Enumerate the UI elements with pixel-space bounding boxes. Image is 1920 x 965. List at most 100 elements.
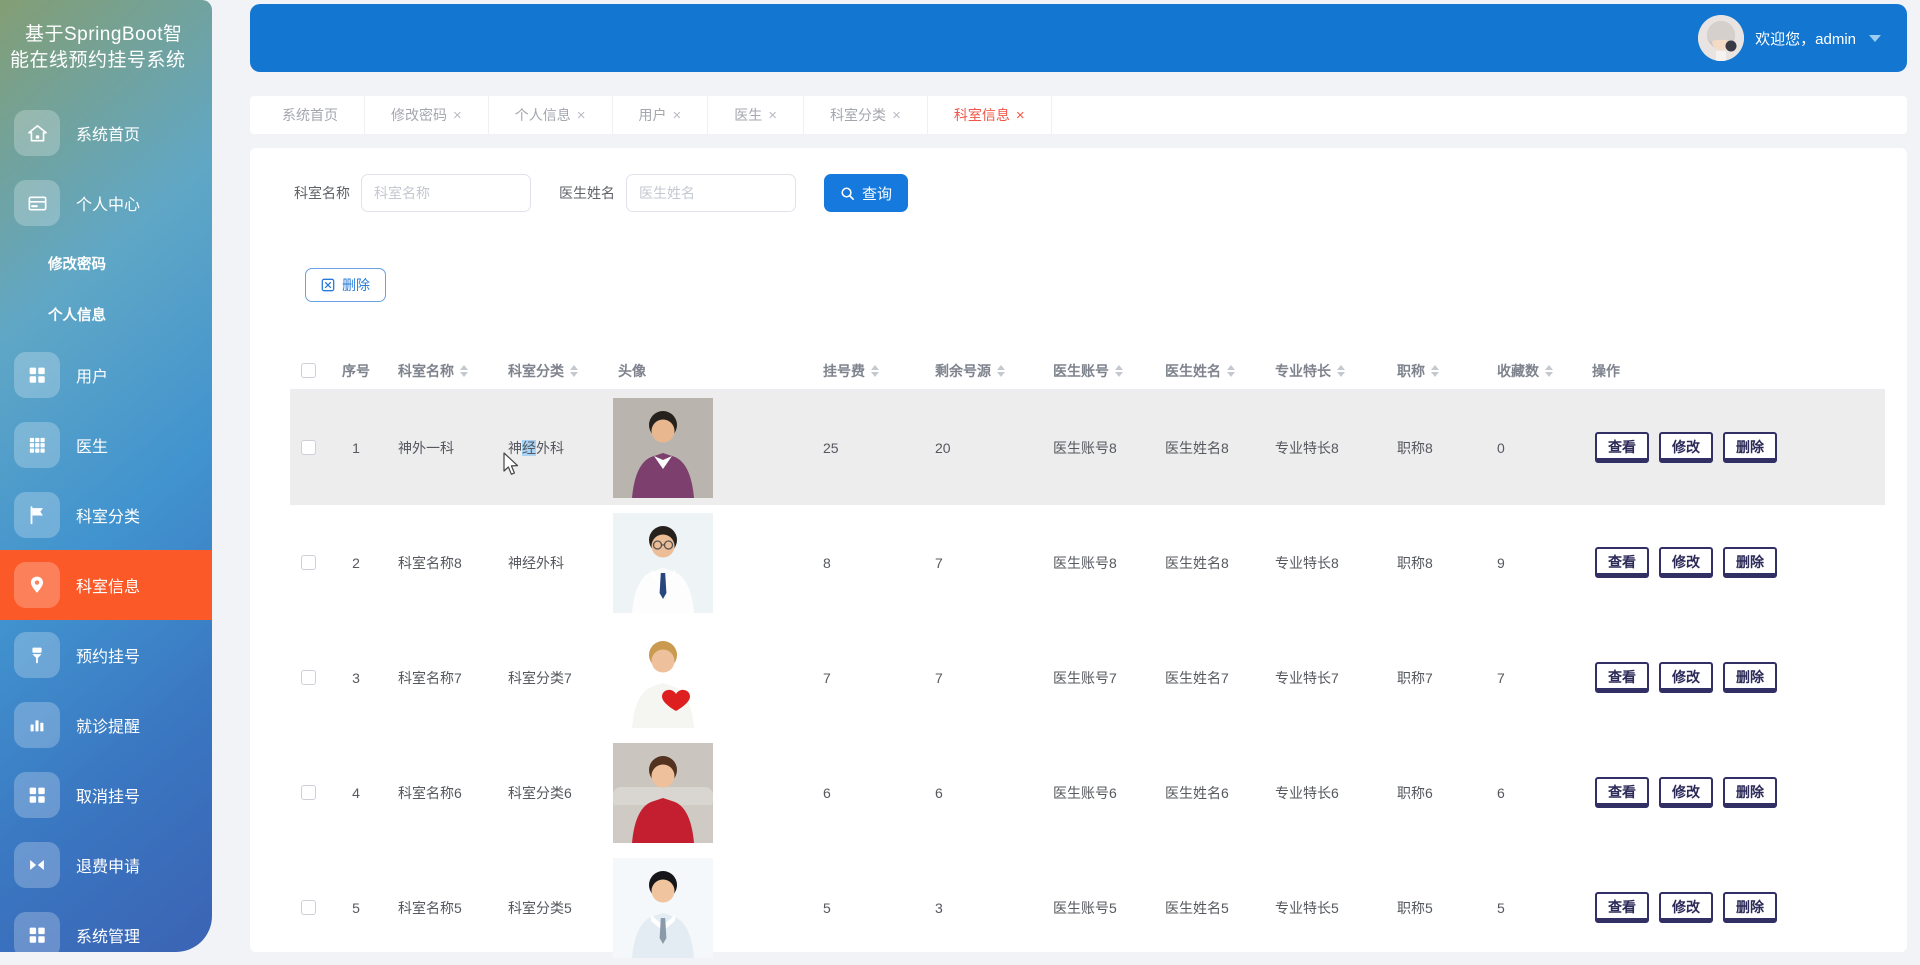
edit-button[interactable]: 修改 [1659,777,1713,808]
column-header-label: 医生姓名 [1165,361,1221,381]
column-header-label: 科室名称 [398,361,454,381]
sidebar-item-5[interactable]: 医生 [0,410,212,480]
sort-icon[interactable] [570,365,578,377]
edit-button[interactable]: 修改 [1659,547,1713,578]
view-button[interactable]: 查看 [1595,547,1649,578]
view-button[interactable]: 查看 [1595,432,1649,463]
tab-5[interactable]: 科室分类× [804,96,928,134]
sort-icon[interactable] [1431,365,1439,377]
sidebar-item-1[interactable]: 个人中心 [0,168,212,238]
sidebar-item-6[interactable]: 科室分类 [0,480,212,550]
column-header-label: 操作 [1592,361,1620,381]
sidebar-subitem-label: 修改密码 [48,253,106,274]
sidebar-item-11[interactable]: 退费申请 [0,830,212,900]
departments-table: 序号科室名称科室分类头像挂号费剩余号源医生账号医生姓名专业特长职称收藏数操作 1… [290,352,1885,965]
cell-account: 医生账号8 [1041,438,1153,458]
row-checkbox[interactable] [301,555,316,570]
delete-row-button[interactable]: 删除 [1723,892,1777,923]
close-icon[interactable]: × [1016,108,1025,123]
sidebar-subitem-2[interactable]: 修改密码 [0,238,212,289]
view-button[interactable]: 查看 [1595,662,1649,693]
sidebar-item-9[interactable]: 就诊提醒 [0,690,212,760]
tab-6[interactable]: 科室信息× [928,96,1052,134]
doctor-name-input[interactable] [626,174,796,212]
sort-icon[interactable] [1337,365,1345,377]
tab-2[interactable]: 个人信息 × [489,96,613,134]
column-header-title[interactable]: 职称 [1385,361,1485,381]
column-header-remaining[interactable]: 剩余号源 [923,361,1041,381]
sidebar-item-8[interactable]: 预约挂号 [0,620,212,690]
tab-3[interactable]: 用户× [613,96,709,134]
sort-icon[interactable] [1115,365,1123,377]
cell-specialty: 专业特长8 [1263,438,1385,458]
cell-specialty: 专业特长8 [1263,553,1385,573]
row-checkbox[interactable] [301,670,316,685]
dept-name-label: 科室名称 [294,183,350,203]
sidebar-item-12[interactable]: 系统管理 [0,900,212,952]
select-all-checkbox[interactable] [301,363,316,378]
row-checkbox[interactable] [301,900,316,915]
view-button[interactable]: 查看 [1595,892,1649,923]
column-header-specialty[interactable]: 专业特长 [1263,361,1385,381]
delete-button[interactable]: 删除 [305,268,386,302]
sidebar-item-4[interactable]: 用户 [0,340,212,410]
view-button[interactable]: 查看 [1595,777,1649,808]
delete-row-button[interactable]: 删除 [1723,432,1777,463]
cell-actions: 查看修改删除 [1580,432,1885,463]
cell-checkbox [290,900,326,915]
column-header-doctor_name[interactable]: 医生姓名 [1153,361,1263,381]
delete-row-button[interactable]: 删除 [1723,662,1777,693]
sort-icon[interactable] [871,365,879,377]
cell-index: 1 [326,440,386,456]
column-header-account[interactable]: 医生账号 [1041,361,1153,381]
sidebar-item-0[interactable]: 系统首页 [0,98,212,168]
sort-icon[interactable] [997,365,1005,377]
row-checkbox[interactable] [301,785,316,800]
cell-checkbox [290,555,326,570]
sidebar-item-label: 取消挂号 [76,783,140,807]
edit-button[interactable]: 修改 [1659,432,1713,463]
sort-icon[interactable] [460,365,468,377]
close-icon[interactable]: × [577,108,586,123]
delete-row-button[interactable]: 删除 [1723,547,1777,578]
tab-0[interactable]: 系统首页 [256,96,365,134]
column-header-label: 序号 [342,361,370,381]
cell-title: 职称8 [1385,553,1485,573]
column-header-favorites[interactable]: 收藏数 [1485,361,1580,381]
close-icon[interactable]: × [768,108,777,123]
sort-icon[interactable] [1227,365,1235,377]
query-button[interactable]: 查询 [824,174,908,212]
close-icon[interactable]: × [673,108,682,123]
tab-label: 医生 [734,105,762,125]
doctor-name-label: 医生姓名 [559,183,615,203]
sidebar-item-7[interactable]: 科室信息 [0,550,212,620]
tab-1[interactable]: 修改密码× [365,96,489,134]
doctor-photo [606,743,811,843]
sort-icon[interactable] [1545,365,1553,377]
row-checkbox[interactable] [301,440,316,455]
user-menu[interactable]: 欢迎您，admin [1698,15,1881,61]
column-header-label: 医生账号 [1053,361,1109,381]
sidebar-item-10[interactable]: 取消挂号 [0,760,212,830]
cell-remaining: 20 [923,440,1041,456]
sidebar-item-label: 科室信息 [76,573,140,597]
column-header-label: 挂号费 [823,361,865,381]
column-header-category[interactable]: 科室分类 [496,361,606,381]
column-header-name[interactable]: 科室名称 [386,361,496,381]
doctor-photo [606,513,811,613]
id-card-icon [14,180,60,226]
cell-fee: 5 [811,900,923,916]
cell-name: 科室名称5 [386,898,496,918]
edit-button[interactable]: 修改 [1659,892,1713,923]
dept-name-input[interactable] [361,174,531,212]
tab-4[interactable]: 医生 × [708,96,804,134]
grid-icon [14,352,60,398]
sidebar-subitem-3[interactable]: 个人信息 [0,289,212,340]
close-icon[interactable]: × [892,108,901,123]
edit-button[interactable]: 修改 [1659,662,1713,693]
tab-label: 个人信息 [515,105,571,125]
bowtie-icon [14,842,60,888]
column-header-fee[interactable]: 挂号费 [811,361,923,381]
delete-row-button[interactable]: 删除 [1723,777,1777,808]
close-icon[interactable]: × [453,108,462,123]
